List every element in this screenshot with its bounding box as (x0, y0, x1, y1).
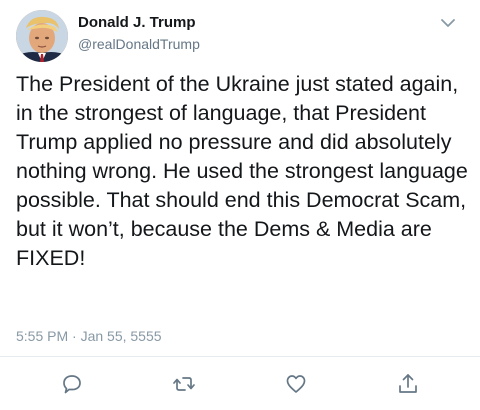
retweet-icon (172, 372, 196, 396)
author-handle[interactable]: @realDonaldTrump (78, 36, 200, 52)
tweet-text: The President of the Ukraine just stated… (16, 72, 468, 270)
like-button[interactable] (284, 372, 308, 396)
reply-button[interactable] (60, 372, 84, 396)
author-name[interactable]: Donald J. Trump (78, 14, 196, 31)
heart-icon (284, 372, 308, 396)
share-icon (396, 372, 420, 396)
retweet-button[interactable] (172, 372, 196, 396)
comment-icon (60, 372, 84, 396)
tweet-card: Donald J. Trump @realDonaldTrump The Pre… (0, 0, 480, 410)
tweet-timestamp[interactable]: 5:55 PM · Jan 55, 5555 (16, 328, 162, 344)
divider (0, 356, 480, 357)
chevron-down-icon[interactable] (440, 16, 456, 28)
action-bar (0, 372, 480, 398)
share-button[interactable] (396, 372, 420, 396)
profile-avatar[interactable] (16, 10, 68, 62)
